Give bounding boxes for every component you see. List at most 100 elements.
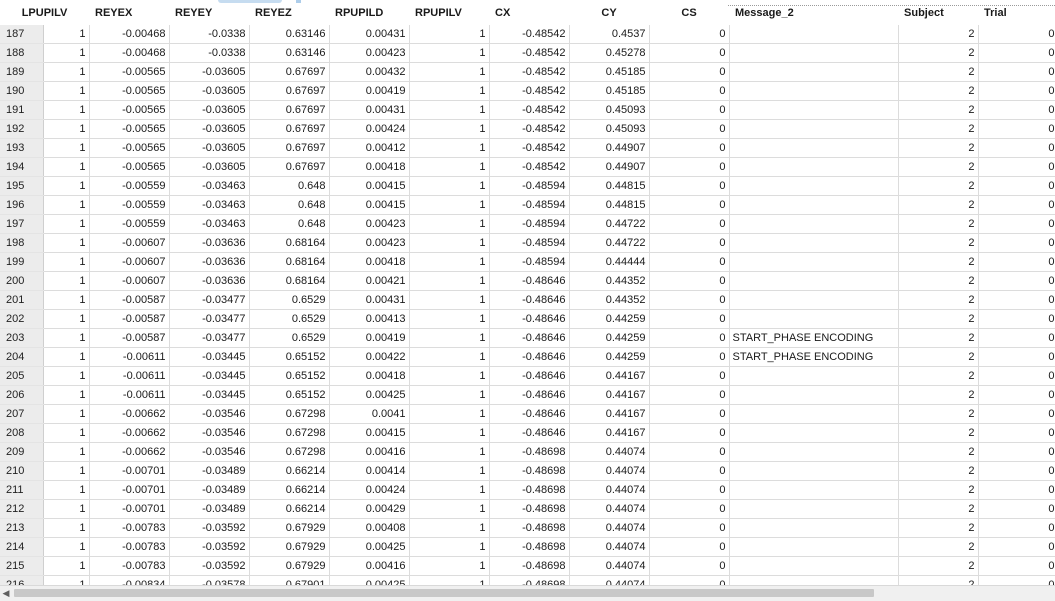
table-row[interactable]: 203 1 -0.00587 -0.03477 0.6529 0.00419 1 -0.486…	[0, 328, 1055, 348]
table-cell[interactable]: 0	[978, 556, 1055, 576]
table-cell[interactable]: 0.00419	[329, 328, 410, 348]
table-row[interactable]: 208 1 -0.00662 -0.03546 0.67298 0.00415 1 -0.48…	[0, 423, 1055, 443]
column-header[interactable]: REYEX	[89, 0, 170, 25]
table-cell[interactable]	[729, 138, 899, 158]
table-cell[interactable]: 0	[978, 138, 1055, 158]
column-header[interactable]: Message_2	[729, 0, 899, 25]
table-cell[interactable]: 0.0041	[329, 404, 410, 424]
table-row[interactable]: 209 1 -0.00662 -0.03546 0.67298 0.00416 1 -0.48…	[0, 442, 1055, 462]
table-cell[interactable]: 0	[978, 62, 1055, 82]
table-cell[interactable]: 0	[649, 290, 730, 310]
table-cell[interactable]: 1	[43, 309, 90, 329]
table-cell[interactable]: 1	[409, 157, 490, 177]
table-row[interactable]: 194 1 -0.00565 -0.03605 0.67697 0.00418 1 -0.48…	[0, 157, 1055, 177]
row-number[interactable]: 190	[0, 81, 44, 101]
table-cell[interactable]: 1	[43, 119, 90, 139]
table-cell[interactable]: 0	[978, 119, 1055, 139]
row-number[interactable]: 214	[0, 537, 44, 557]
table-cell[interactable]: -0.03592	[169, 518, 250, 538]
table-cell[interactable]: 0	[978, 385, 1055, 405]
table-cell[interactable]: 0.67697	[249, 81, 330, 101]
table-cell[interactable]: -0.48698	[489, 575, 570, 585]
row-number[interactable]: 200	[0, 271, 44, 291]
table-cell[interactable]: 0.45185	[569, 81, 650, 101]
table-cell[interactable]: 0	[649, 499, 730, 519]
table-cell[interactable]: 1	[43, 499, 90, 519]
table-cell[interactable]: 1	[43, 480, 90, 500]
table-cell[interactable]: 0.44074	[569, 518, 650, 538]
table-cell[interactable]: -0.03636	[169, 233, 250, 253]
table-cell[interactable]	[729, 404, 899, 424]
table-cell[interactable]: 1	[43, 290, 90, 310]
table-cell[interactable]	[729, 518, 899, 538]
table-cell[interactable]: 0.44352	[569, 271, 650, 291]
table-cell[interactable]: 0.648	[249, 176, 330, 196]
row-number[interactable]: 212	[0, 499, 44, 519]
table-row[interactable]: 198 1 -0.00607 -0.03636 0.68164 0.00423 1 -0.48…	[0, 233, 1055, 253]
table-cell[interactable]: -0.48542	[489, 138, 570, 158]
table-cell[interactable]: -0.00468	[89, 25, 170, 44]
table-cell[interactable]: -0.00611	[89, 366, 170, 386]
table-cell[interactable]: 1	[409, 404, 490, 424]
row-number[interactable]: 187	[0, 25, 44, 44]
table-cell[interactable]: 0.00418	[329, 252, 410, 272]
table-cell[interactable]: 1	[409, 385, 490, 405]
table-cell[interactable]: -0.00662	[89, 442, 170, 462]
table-row[interactable]: 188 1 -0.00468 -0.0338 0.63146 0.00423 1 -0.485…	[0, 43, 1055, 63]
table-cell[interactable]: 0.67697	[249, 100, 330, 120]
table-cell[interactable]: 1	[43, 176, 90, 196]
table-cell[interactable]: 1	[43, 214, 90, 234]
table-cell[interactable]: -0.00783	[89, 556, 170, 576]
table-cell[interactable]: 0.00431	[329, 100, 410, 120]
row-number[interactable]: 192	[0, 119, 44, 139]
table-cell[interactable]: 0	[649, 43, 730, 63]
table-cell[interactable]: 0	[649, 81, 730, 101]
table-cell[interactable]: 0	[978, 575, 1055, 585]
table-row[interactable]: 202 1 -0.00587 -0.03477 0.6529 0.00413 1 -0.486…	[0, 309, 1055, 329]
table-cell[interactable]: 2	[898, 328, 979, 348]
table-cell[interactable]: -0.48646	[489, 385, 570, 405]
row-number[interactable]: 193	[0, 138, 44, 158]
row-number[interactable]: 208	[0, 423, 44, 443]
table-cell[interactable]: 0.44167	[569, 423, 650, 443]
table-cell[interactable]: -0.48698	[489, 518, 570, 538]
table-cell[interactable]: 0.44074	[569, 499, 650, 519]
table-cell[interactable]: 0	[649, 442, 730, 462]
table-cell[interactable]: -0.03489	[169, 480, 250, 500]
table-cell[interactable]: 1	[409, 271, 490, 291]
table-cell[interactable]: -0.00662	[89, 423, 170, 443]
table-cell[interactable]: 0	[978, 518, 1055, 538]
table-row[interactable]: 187 1 -0.00468 -0.0338 0.63146 0.00431 1 -0.485…	[0, 25, 1055, 44]
table-cell[interactable]: 1	[43, 81, 90, 101]
table-cell[interactable]	[729, 157, 899, 177]
table-cell[interactable]: 1	[409, 480, 490, 500]
table-cell[interactable]	[729, 271, 899, 291]
table-cell[interactable]: 0	[649, 195, 730, 215]
table-cell[interactable]: 0	[649, 119, 730, 139]
table-cell[interactable]: 2	[898, 442, 979, 462]
table-cell[interactable]: -0.03592	[169, 556, 250, 576]
table-cell[interactable]: 2	[898, 404, 979, 424]
table-cell[interactable]: 1	[43, 328, 90, 348]
table-cell[interactable]: 0	[649, 366, 730, 386]
table-cell[interactable]: 0.648	[249, 195, 330, 215]
row-number[interactable]: 216	[0, 575, 44, 585]
table-cell[interactable]: -0.00565	[89, 119, 170, 139]
table-cell[interactable]: 0.00425	[329, 385, 410, 405]
table-cell[interactable]: -0.03546	[169, 423, 250, 443]
table-row[interactable]: 211 1 -0.00701 -0.03489 0.66214 0.00424 1 -0.48…	[0, 480, 1055, 500]
table-cell[interactable]: 2	[898, 25, 979, 44]
table-cell[interactable]: -0.00565	[89, 81, 170, 101]
table-cell[interactable]: 1	[409, 81, 490, 101]
table-cell[interactable]: 0.45278	[569, 43, 650, 63]
table-cell[interactable]: -0.00662	[89, 404, 170, 424]
table-cell[interactable]: 0	[649, 347, 730, 367]
table-cell[interactable]: 0.44074	[569, 480, 650, 500]
table-cell[interactable]: 1	[409, 100, 490, 120]
table-cell[interactable]: -0.48646	[489, 271, 570, 291]
table-cell[interactable]: 0	[978, 499, 1055, 519]
table-cell[interactable]: 0.44167	[569, 385, 650, 405]
table-cell[interactable]: 1	[409, 233, 490, 253]
table-cell[interactable]	[729, 480, 899, 500]
table-cell[interactable]: 0.00415	[329, 195, 410, 215]
